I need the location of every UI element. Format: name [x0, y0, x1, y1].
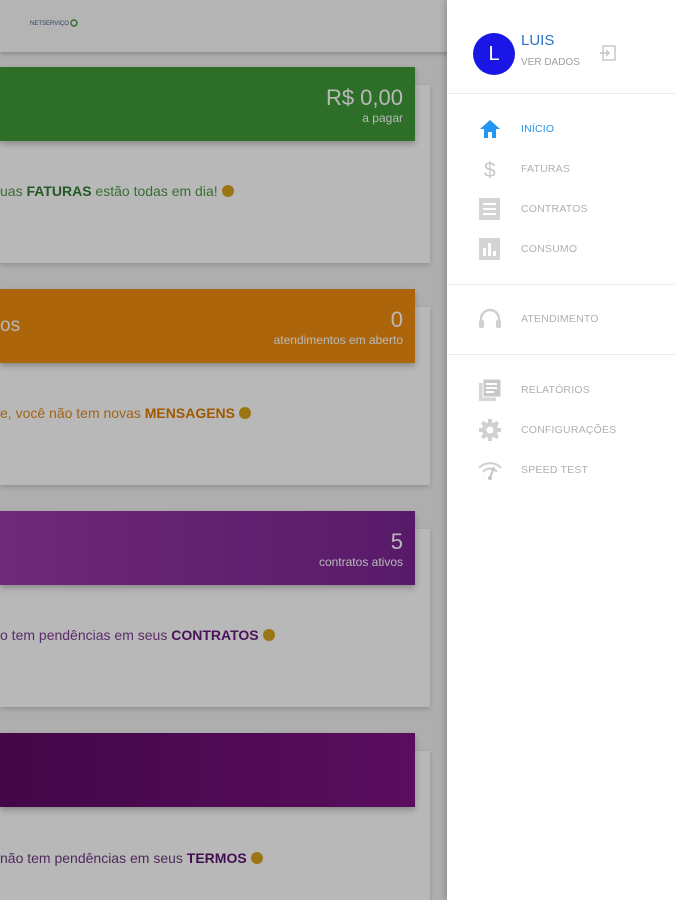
navigation-drawer: L LUIS VER DADOS INÍCIO $ FATURAS CONTRA… — [447, 0, 675, 900]
logout-icon[interactable] — [599, 44, 617, 62]
headset-icon — [479, 308, 501, 328]
reports-icon — [479, 378, 502, 401]
view-profile-link[interactable]: VER DADOS — [521, 57, 580, 68]
menu-item-label: CONTRATOS — [521, 203, 588, 215]
document-icon — [479, 198, 500, 220]
dollar-icon: $ — [484, 159, 496, 181]
drawer-divider — [447, 284, 675, 285]
speed-wifi-icon — [478, 462, 502, 480]
menu-item-configuracoes[interactable]: CONFIGURAÇÕES — [477, 418, 667, 442]
menu-item-faturas[interactable]: $ FATURAS — [477, 157, 667, 181]
menu-item-label: INÍCIO — [521, 123, 555, 135]
user-name[interactable]: LUIS — [521, 32, 554, 49]
menu-item-label: RELATÓRIOS — [521, 384, 590, 396]
menu-item-label: FATURAS — [521, 163, 571, 175]
menu-item-contratos[interactable]: CONTRATOS — [477, 197, 667, 221]
menu-item-speed-test[interactable]: SPEED TEST — [477, 458, 667, 482]
menu-item-relatorios[interactable]: RELATÓRIOS — [477, 378, 667, 402]
menu-item-label: ATENDIMENTO — [521, 313, 599, 325]
menu-item-label: CONSUMO — [521, 243, 578, 255]
drawer-divider — [447, 354, 675, 355]
menu-item-atendimento[interactable]: ATENDIMENTO — [477, 307, 667, 331]
drawer-divider — [447, 93, 675, 94]
svg-text:$: $ — [484, 159, 496, 181]
menu-item-consumo[interactable]: CONSUMO — [477, 237, 667, 261]
bar-chart-icon — [479, 238, 500, 260]
menu-item-label: CONFIGURAÇÕES — [521, 424, 617, 436]
menu-item-label: SPEED TEST — [521, 464, 589, 476]
gear-icon — [479, 419, 501, 441]
home-icon — [480, 120, 500, 138]
menu-item-inicio[interactable]: INÍCIO — [477, 117, 667, 141]
avatar[interactable]: L — [473, 33, 515, 75]
